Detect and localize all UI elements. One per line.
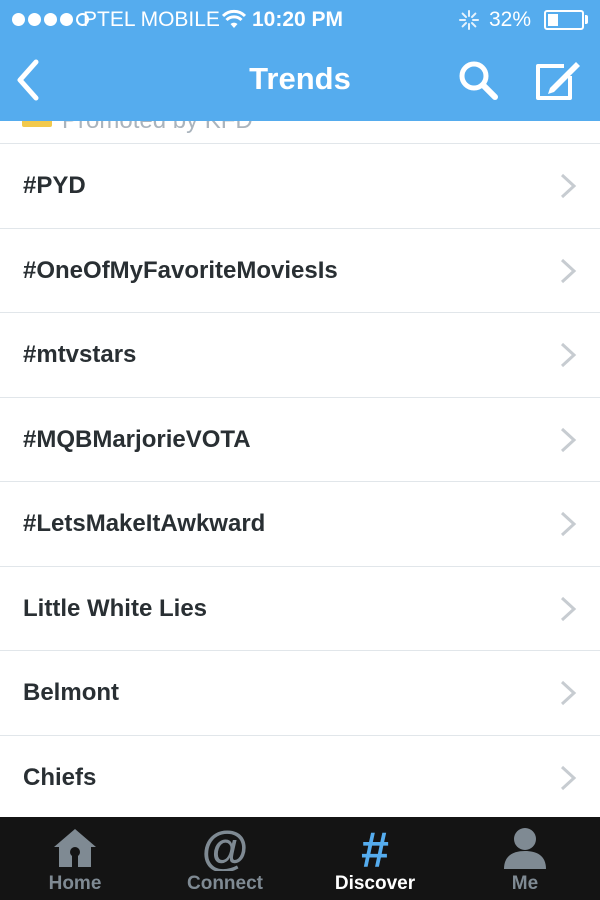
chevron-right-icon <box>560 258 577 283</box>
battery-percent: 32% <box>489 8 532 31</box>
battery-icon <box>544 10 584 30</box>
chevron-right-icon <box>560 173 577 199</box>
tab-discover[interactable]: # Discover <box>300 817 450 900</box>
tab-me[interactable]: Me <box>450 817 600 900</box>
tab-label: Home <box>48 873 102 894</box>
tab-label: Connect <box>187 873 263 894</box>
chevron-right-icon <box>560 427 577 452</box>
navigation-bar: Trends <box>0 40 600 121</box>
chevron-right-icon <box>560 342 577 368</box>
back-button[interactable] <box>8 54 52 106</box>
chevron-right-icon <box>560 511 577 537</box>
trends-list: #PYD #OneOfMyFavoriteMoviesIs #mtvstars … <box>0 143 600 819</box>
wifi-icon <box>222 9 246 28</box>
trend-row[interactable]: #mtvstars <box>0 312 600 397</box>
trend-row[interactable]: #PYD <box>0 143 600 228</box>
tab-label: Discover <box>334 873 416 894</box>
hashtag-icon: # <box>361 825 389 871</box>
signal-strength-icon <box>12 13 89 27</box>
trend-label: #MQBMarjorieVOTA <box>23 425 251 453</box>
trend-label: #OneOfMyFavoriteMoviesIs <box>23 256 338 284</box>
chevron-right-icon <box>560 596 577 621</box>
battery-level <box>548 14 558 26</box>
svg-text:#: # <box>361 825 389 871</box>
page-title: Trends <box>249 61 351 96</box>
search-icon[interactable] <box>456 58 502 104</box>
trend-label: Chiefs <box>23 763 97 791</box>
tab-home[interactable]: Home <box>0 817 150 900</box>
status-bar: PTEL MOBILE 10:20 PM 32% <box>0 0 600 40</box>
chevron-right-icon <box>560 765 577 790</box>
trend-row[interactable]: #MQBMarjorieVOTA <box>0 396 600 481</box>
trend-row[interactable]: Belmont <box>0 650 600 735</box>
promoted-icon <box>22 121 52 127</box>
trend-label: #PYD <box>23 172 86 199</box>
clock: 10:20 PM <box>252 8 344 31</box>
home-icon <box>54 829 96 867</box>
person-icon <box>504 828 546 869</box>
trend-label: Little White Lies <box>23 594 208 622</box>
trend-row[interactable]: Little White Lies <box>0 565 600 650</box>
tab-bar: Home @ Connect # Discover Me <box>0 817 600 900</box>
header: PTEL MOBILE 10:20 PM 32% Trends <box>0 0 600 121</box>
tab-label: Me <box>511 873 539 894</box>
trend-row[interactable]: Chiefs <box>0 734 600 819</box>
activity-spinner-icon <box>459 10 479 30</box>
promoted-row[interactable]: Promoted by KFD <box>0 121 600 143</box>
promoted-label: Promoted by KFD <box>62 121 253 135</box>
trend-label: #mtvstars <box>23 341 137 368</box>
carrier-name: PTEL MOBILE <box>83 8 220 31</box>
tab-connect[interactable]: @ Connect <box>150 817 300 900</box>
at-sign-icon: @ <box>202 825 249 871</box>
trend-row[interactable]: #LetsMakeItAwkward <box>0 481 600 566</box>
trend-row[interactable]: #OneOfMyFavoriteMoviesIs <box>0 227 600 312</box>
svg-text:@: @ <box>202 825 249 871</box>
chevron-right-icon <box>560 680 577 706</box>
compose-icon[interactable] <box>530 56 584 106</box>
trend-label: Belmont <box>23 679 119 706</box>
trend-label: #LetsMakeItAwkward <box>23 510 266 537</box>
